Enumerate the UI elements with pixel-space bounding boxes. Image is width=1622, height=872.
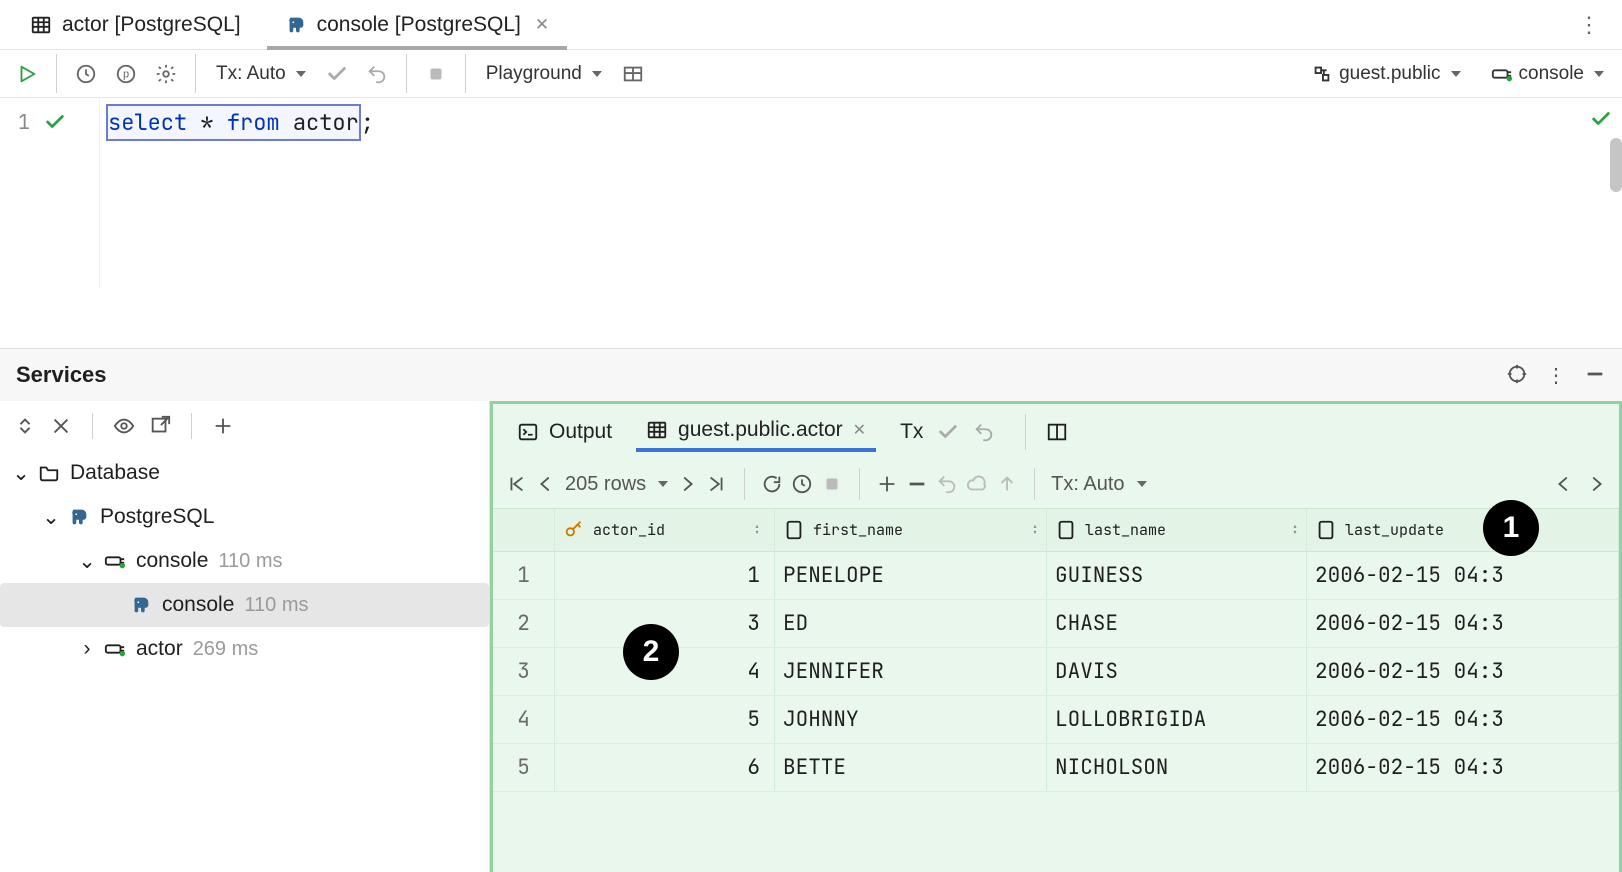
check-icon [44,111,66,133]
tx-mode-results-dropdown[interactable]: Tx: Auto [1051,473,1146,496]
tree-node-database[interactable]: ⌄ Database [0,451,489,495]
elephant-icon [285,14,307,36]
editor-scrollbar[interactable] [1610,98,1622,288]
more-icon[interactable]: ⋮ [1546,363,1566,388]
table-icon [646,419,668,441]
results-tab-output[interactable]: Output [507,414,622,450]
services-tree: ⌄ Database ⌄ PostgreSQL ⌄ console 110 ms… [0,401,490,872]
tab-actor[interactable]: actor [PostgreSQL] [12,0,259,49]
grid-header: actor_id first_name last_name last_updat… [493,508,1619,552]
table-row[interactable]: 45JOHNNYLOLLOBRIGIDA2006-02-15 04:3 [493,696,1619,744]
column-icon [783,519,805,541]
tree-node-console-run[interactable]: console 110 ms [0,583,489,627]
more-icon[interactable]: ⋮ [1568,6,1610,44]
tree-node-postgresql[interactable]: ⌄ PostgreSQL [0,495,489,539]
minimize-icon[interactable] [1584,363,1606,385]
services-panel: Services ⋮ ⌄ Database [0,348,1622,872]
explain-plan-button[interactable] [109,57,143,91]
data-grid[interactable]: actor_id first_name last_name last_updat… [493,508,1619,872]
target-icon[interactable] [1506,363,1528,385]
tab-label: console [PostgreSQL] [317,13,521,37]
col-actor-id[interactable]: actor_id [555,509,775,551]
commit-button[interactable] [320,57,354,91]
first-page-icon[interactable] [505,473,527,495]
folder-icon [38,462,60,484]
rollback-icon[interactable] [973,421,995,443]
col-last-update[interactable]: last_update [1307,509,1619,551]
close-icon[interactable]: ✕ [853,420,866,440]
results-tab-table[interactable]: guest.public.actor ✕ [636,412,876,452]
last-page-icon[interactable] [706,473,728,495]
add-icon[interactable] [212,415,234,437]
elephant-icon [130,594,152,616]
session-selector[interactable]: console [1483,57,1613,91]
rollback-button[interactable] [360,57,394,91]
open-new-tab-icon[interactable] [149,415,171,437]
remove-row-icon[interactable] [906,473,928,495]
submit-icon[interactable] [966,473,988,495]
scroll-left-icon[interactable] [1553,473,1575,495]
line-number: 1 [18,109,30,135]
results-toolbar: 205 rows T [493,460,1619,508]
editor-gutter: 1 [0,98,100,288]
col-first-name[interactable]: first_name [775,509,1047,551]
tree-node-console[interactable]: ⌄ console 110 ms [0,539,489,583]
results-tx-controls: Tx [890,414,1005,450]
panel-title: Services [16,362,107,388]
editor-toolbar: Tx: Auto Playground guest.public console [0,50,1622,98]
callout-2: 2 [623,624,679,680]
scroll-right-icon[interactable] [1585,473,1607,495]
connection-icon [104,638,126,660]
layout-icon[interactable] [1046,421,1068,443]
table-row[interactable]: 56BETTENICHOLSON2006-02-15 04:3 [493,744,1619,792]
elephant-icon [68,506,90,528]
show-icon[interactable] [113,415,135,437]
tree-node-actor[interactable]: › actor 269 ms [0,627,489,671]
terminal-icon [517,421,539,443]
editor-content[interactable]: select * from actor; [100,98,1622,288]
results-tabs: Output guest.public.actor ✕ Tx [493,404,1619,460]
results-pane: Output guest.public.actor ✕ Tx [490,401,1622,872]
playground-dropdown[interactable]: Playground [478,57,610,91]
settings-button[interactable] [149,57,183,91]
connection-icon [1491,63,1513,85]
schema-icon [1311,63,1333,85]
col-last-name[interactable]: last_name [1047,509,1307,551]
add-row-icon[interactable] [876,473,898,495]
key-icon [563,519,585,541]
expand-collapse-icon[interactable] [14,415,36,437]
rows-count-dropdown[interactable]: 205 rows [565,473,668,496]
history-button[interactable] [69,57,103,91]
tree-toolbar [0,401,489,451]
editor-tabstrip: actor [PostgreSQL] console [PostgreSQL] … [0,0,1622,50]
callout-1: 1 [1483,500,1539,556]
column-icon [1315,519,1337,541]
refresh-icon[interactable] [761,473,783,495]
table-row[interactable]: 11PENELOPEGUINESS2006-02-15 04:3 [493,552,1619,600]
stop-button[interactable] [419,57,453,91]
services-header: Services ⋮ [0,349,1622,401]
stop-icon[interactable] [821,473,843,495]
close-all-icon[interactable] [50,415,72,437]
table-icon [30,14,52,36]
auto-refresh-icon[interactable] [791,473,813,495]
tx-mode-dropdown[interactable]: Tx: Auto [208,57,314,91]
connection-icon [104,550,126,572]
status-check-icon [1590,108,1612,130]
tab-console[interactable]: console [PostgreSQL] ✕ [267,0,568,49]
schema-selector[interactable]: guest.public [1303,57,1468,91]
prev-page-icon[interactable] [535,473,557,495]
view-as-table-button[interactable] [616,57,650,91]
tab-label: actor [PostgreSQL] [62,13,241,37]
upload-icon[interactable] [996,473,1018,495]
sql-editor[interactable]: 1 select * from actor; [0,98,1622,288]
commit-icon[interactable] [937,421,959,443]
revert-icon[interactable] [936,473,958,495]
column-icon [1055,519,1077,541]
next-page-icon[interactable] [676,473,698,495]
run-button[interactable] [10,57,44,91]
close-icon[interactable]: ✕ [531,15,549,35]
